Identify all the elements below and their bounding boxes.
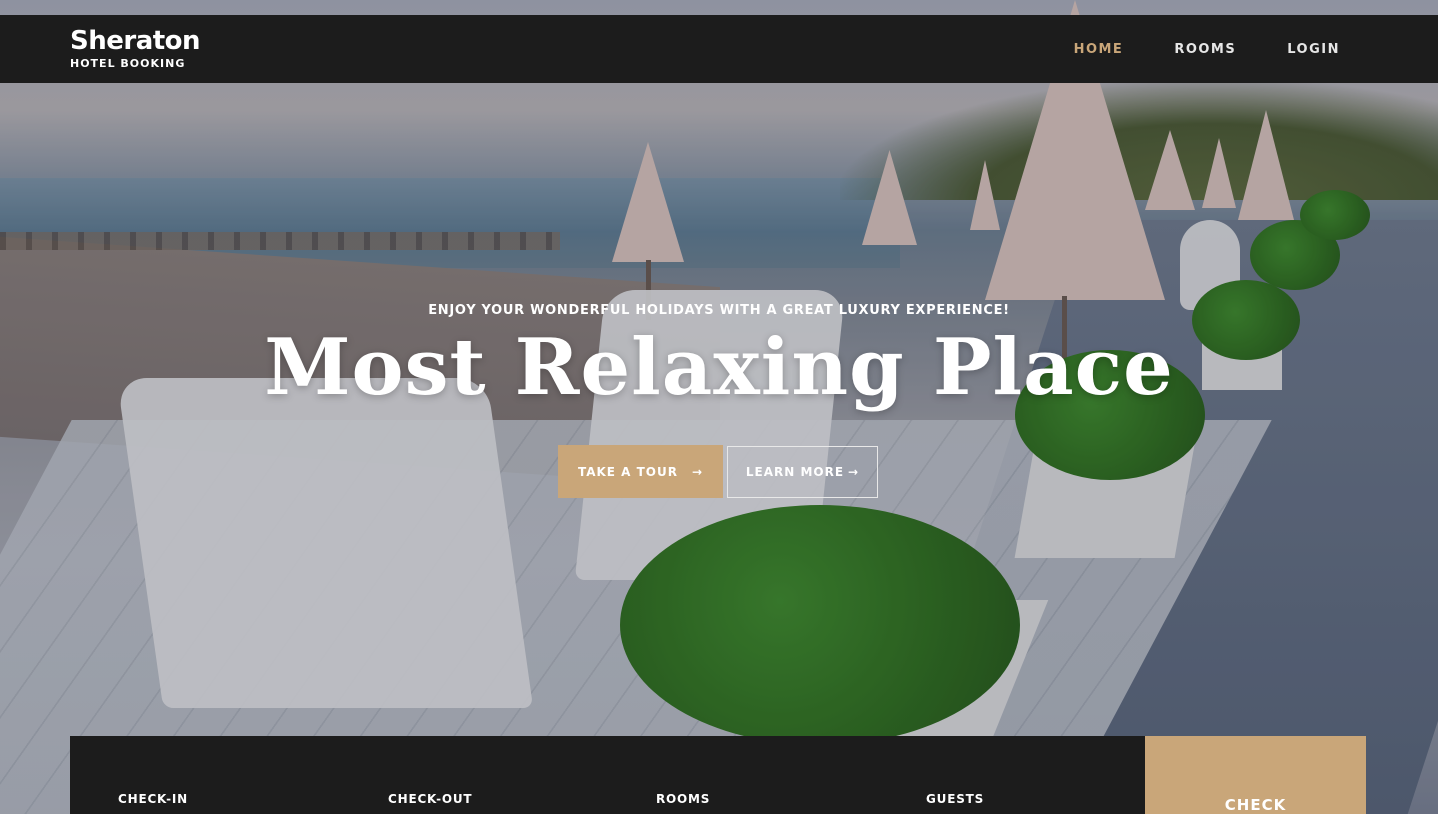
learn-more-label: LEARN MORE — [745, 465, 845, 479]
brand-subtitle: HOTEL BOOKING — [70, 57, 186, 70]
hero-tagline: ENJOY YOUR WONDERFUL HOLIDAYS WITH A GRE… — [428, 303, 1010, 318]
take-a-tour-label: TAKE A TOUR — [577, 464, 678, 479]
rooms-field[interactable]: ROOMS — [656, 792, 710, 806]
logo[interactable]: Sheraton HOTEL BOOKING — [70, 26, 201, 71]
check-out-field[interactable]: CHECK-OUT — [388, 792, 472, 806]
arrow-right-icon: → — [848, 465, 860, 479]
nav-home[interactable]: HOME — [1074, 42, 1124, 57]
guests-field[interactable]: GUESTS — [926, 792, 984, 806]
brand-name: Sheraton — [70, 26, 201, 56]
navbar: Sheraton HOTEL BOOKING HOME ROOMS LOGIN — [0, 15, 1438, 83]
check-in-field[interactable]: CHECK-IN — [118, 792, 188, 806]
check-availability-button[interactable]: CHECK — [1145, 736, 1366, 814]
nav-rooms[interactable]: ROOMS — [1174, 42, 1236, 57]
booking-form: CHECK-IN CHECK-OUT ROOMS GUESTS — [70, 736, 1145, 814]
main-nav: HOME ROOMS LOGIN — [1074, 15, 1340, 83]
arrow-right-icon: → — [692, 464, 704, 479]
nav-login[interactable]: LOGIN — [1287, 42, 1340, 57]
take-a-tour-button[interactable]: TAKE A TOUR → — [558, 445, 723, 498]
learn-more-button[interactable]: LEARN MORE → — [727, 446, 878, 498]
check-button-label: CHECK — [1224, 796, 1287, 814]
hero-headline: Most Relaxing Place — [264, 322, 1174, 413]
